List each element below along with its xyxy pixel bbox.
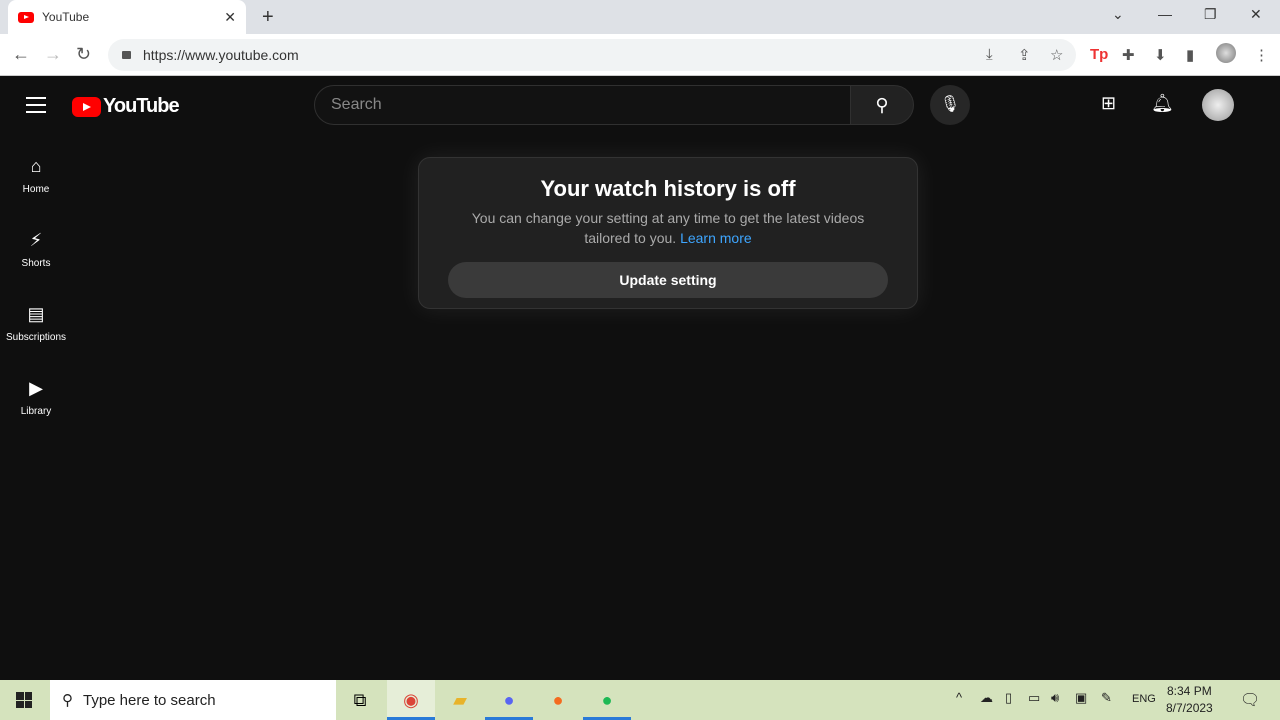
sidebar-item-home[interactable]: ⌂ Home xyxy=(0,140,72,214)
home-icon: ⌂ xyxy=(30,156,42,176)
lock-icon xyxy=(122,51,131,59)
watch-history-off-card: Your watch history is off You can change… xyxy=(418,157,918,309)
meet-now-icon[interactable]: ▯ xyxy=(1005,690,1012,706)
sidebar-label: Home xyxy=(22,184,50,195)
library-icon: ▶︎ xyxy=(29,378,43,398)
share-icon[interactable]: ⇪ xyxy=(1018,46,1031,64)
task-view-icon[interactable]: ⧉ xyxy=(336,680,384,720)
youtube-header: YouTube Search ⚲ 🎙 ⊞ 🔔︎ xyxy=(0,77,1280,133)
minimize-button[interactable]: — xyxy=(1158,6,1172,22)
logo-text: YouTube xyxy=(103,95,180,117)
date: 8/7/2023 xyxy=(1166,701,1213,715)
account-avatar[interactable] xyxy=(1202,89,1234,121)
taskbar-search-input[interactable]: ⚲ Type here to search xyxy=(50,680,336,720)
forward-button[interactable]: → xyxy=(44,44,62,65)
shorts-icon: ⚡︎ xyxy=(29,230,43,250)
card-description: You can change your setting at any time … xyxy=(471,210,865,246)
search-button[interactable]: ⚲ xyxy=(850,85,914,125)
file-explorer-icon[interactable]: ▰ xyxy=(436,680,484,720)
browser-menu-icon[interactable]: ⋮ xyxy=(1254,46,1269,64)
browser-tab[interactable]: YouTube ✕ xyxy=(8,0,246,34)
search-input[interactable]: Search xyxy=(314,85,851,125)
install-icon[interactable]: ⤓ xyxy=(986,46,993,63)
browser-tab-strip: YouTube ✕ + ⌄ — ❐ ✕ xyxy=(0,0,1280,34)
language-indicator[interactable]: ENG xyxy=(1132,693,1156,705)
hamburger-menu-icon[interactable] xyxy=(26,97,46,118)
new-tab-button[interactable]: + xyxy=(262,6,274,29)
windows-start-icon[interactable] xyxy=(16,692,32,708)
card-text: You can change your setting at any time … xyxy=(459,208,877,248)
sidebar-label: Shorts xyxy=(21,258,51,269)
sidebar-item-subscriptions[interactable]: ▤ Subscriptions xyxy=(0,288,72,362)
discord-icon[interactable]: ● xyxy=(485,680,533,720)
bookmark-star-icon[interactable]: ☆ xyxy=(1050,46,1063,64)
youtube-favicon-icon xyxy=(18,11,34,23)
sidebar: ⌂ Home ⚡︎ Shorts ▤ Subscriptions ▶︎ Library xyxy=(0,140,72,436)
windows-taskbar: ⚲ Type here to search ⧉ ◉ ▰ ● ● ● ^ ☁ ▯ … xyxy=(0,680,1280,720)
update-setting-button[interactable]: Update setting xyxy=(448,262,888,298)
profile-avatar[interactable] xyxy=(1216,43,1236,63)
subscriptions-icon: ▤ xyxy=(27,304,45,324)
spotify-icon[interactable]: ● xyxy=(583,680,631,720)
youtube-play-icon xyxy=(72,96,101,117)
pen-icon[interactable]: ✎ xyxy=(1101,690,1112,706)
address-bar[interactable]: https://www.youtube.com xyxy=(108,39,1076,71)
close-tab-icon[interactable]: ✕ xyxy=(224,9,236,26)
browser-toolbar: ← → ↻ https://www.youtube.com ⤓ ⇪ ☆ Tp ✚… xyxy=(0,34,1280,76)
back-button[interactable]: ← xyxy=(12,44,30,65)
card-title: Your watch history is off xyxy=(540,176,796,201)
time: 8:34 PM xyxy=(1167,684,1212,698)
notifications-icon[interactable]: 🗨︎ xyxy=(1240,690,1260,710)
notifications-bell-icon[interactable]: 🔔︎ xyxy=(1151,93,1174,114)
sidebar-label: Subscriptions xyxy=(5,332,67,343)
chrome-taskbar-icon[interactable]: ◉ xyxy=(387,680,435,720)
restore-button[interactable]: ❐ xyxy=(1204,6,1217,23)
battery-icon[interactable]: ▭ xyxy=(1028,690,1040,706)
create-video-icon[interactable]: ⊞ xyxy=(1101,93,1116,114)
microphone-icon[interactable]: 🎙 xyxy=(930,85,970,125)
close-window-button[interactable]: ✕ xyxy=(1250,6,1262,23)
onedrive-icon[interactable]: ☁ xyxy=(980,690,993,706)
search-icon: ⚲ xyxy=(62,692,73,709)
network-icon[interactable]: ▣ xyxy=(1075,690,1087,706)
extensions-puzzle-icon[interactable]: ✚ xyxy=(1122,46,1135,64)
search-placeholder: Type here to search xyxy=(83,691,216,709)
url-text: https://www.youtube.com xyxy=(143,47,299,63)
learn-more-link[interactable]: Learn more xyxy=(680,230,752,246)
reload-button[interactable]: ↻ xyxy=(76,44,91,65)
side-panel-icon[interactable]: ▮ xyxy=(1186,46,1194,64)
tab-title: YouTube xyxy=(42,10,90,24)
show-hidden-icons-icon[interactable]: ^ xyxy=(956,690,962,705)
tab-search-icon[interactable]: ⌄ xyxy=(1112,6,1124,23)
sidebar-item-shorts[interactable]: ⚡︎ Shorts xyxy=(0,214,72,288)
volume-icon[interactable]: 🔊︎ xyxy=(1051,690,1059,706)
clock[interactable]: 8:34 PM 8/7/2023 xyxy=(1166,683,1213,717)
youtube-logo[interactable]: YouTube xyxy=(72,95,180,118)
extension-tp-icon[interactable]: Tp xyxy=(1090,46,1108,63)
firefox-icon[interactable]: ● xyxy=(534,680,582,720)
sidebar-item-library[interactable]: ▶︎ Library xyxy=(0,362,72,436)
downloads-icon[interactable]: ⬇ xyxy=(1154,46,1167,64)
sidebar-label: Library xyxy=(20,406,52,417)
